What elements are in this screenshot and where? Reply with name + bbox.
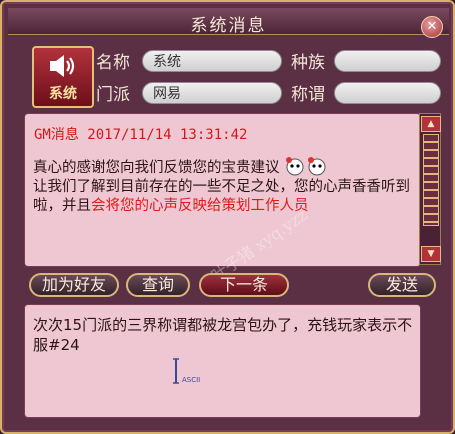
title-bar[interactable]: 系统消息 ✕ — [8, 8, 449, 38]
scroll-down-arrow-icon[interactable]: ▼ — [421, 246, 441, 262]
panda-faces-icon — [286, 157, 326, 176]
message-window: 系统消息 ✕ 系统 名称 系统 种族 门派 网易 称谓 GM消息 2017/11… — [0, 0, 455, 434]
scroll-up-arrow-icon[interactable]: ▲ — [421, 116, 441, 132]
message-display[interactable]: GM消息 2017/11/14 13:31:42 真心的感谢您向我们反馈您的宝贵… — [24, 113, 421, 267]
sect-label: 门派 — [96, 85, 130, 105]
sect-field: 网易 — [142, 82, 282, 104]
message-header: GM消息 2017/11/14 13:31:42 — [34, 127, 248, 143]
avatar-label: 系统 — [49, 86, 77, 102]
message-body: 真心的感谢您向我们反馈您的宝贵建议 让我们了解到目前存在的一些不足之处，您的心声… — [33, 156, 413, 216]
name-field: 系统 — [142, 50, 282, 72]
title-field — [334, 82, 441, 104]
message-part1: 真心的感谢您向我们反馈您的宝贵建议 — [33, 160, 280, 176]
next-message-button[interactable]: 下一条 — [199, 273, 289, 297]
title-label: 称谓 — [291, 85, 325, 105]
send-button[interactable]: 发送 — [368, 273, 436, 297]
race-label: 种族 — [291, 53, 325, 73]
reply-text: 次次15门派的三界称谓都被龙宫包办了，充钱玩家表示不服#24 — [33, 316, 413, 354]
message-scrollbar[interactable]: ▲ ▼ — [419, 113, 441, 265]
add-friend-button[interactable]: 加为好友 — [29, 273, 119, 297]
window-title: 系统消息 — [190, 16, 267, 36]
race-field — [334, 50, 441, 72]
message-highlight: 会将您的心声反映给策划工作人员 — [91, 198, 309, 214]
name-label: 名称 — [96, 53, 130, 73]
speaker-icon — [50, 55, 75, 77]
avatar: 系统 — [32, 46, 94, 108]
query-button[interactable]: 查询 — [126, 273, 190, 297]
scroll-thumb[interactable] — [423, 134, 439, 226]
close-button[interactable]: ✕ — [421, 16, 443, 38]
reply-input[interactable]: 次次15门派的三界称谓都被龙宫包办了，充钱玩家表示不服#24 — [24, 304, 421, 418]
input-mode-label: ASCII — [182, 376, 201, 384]
